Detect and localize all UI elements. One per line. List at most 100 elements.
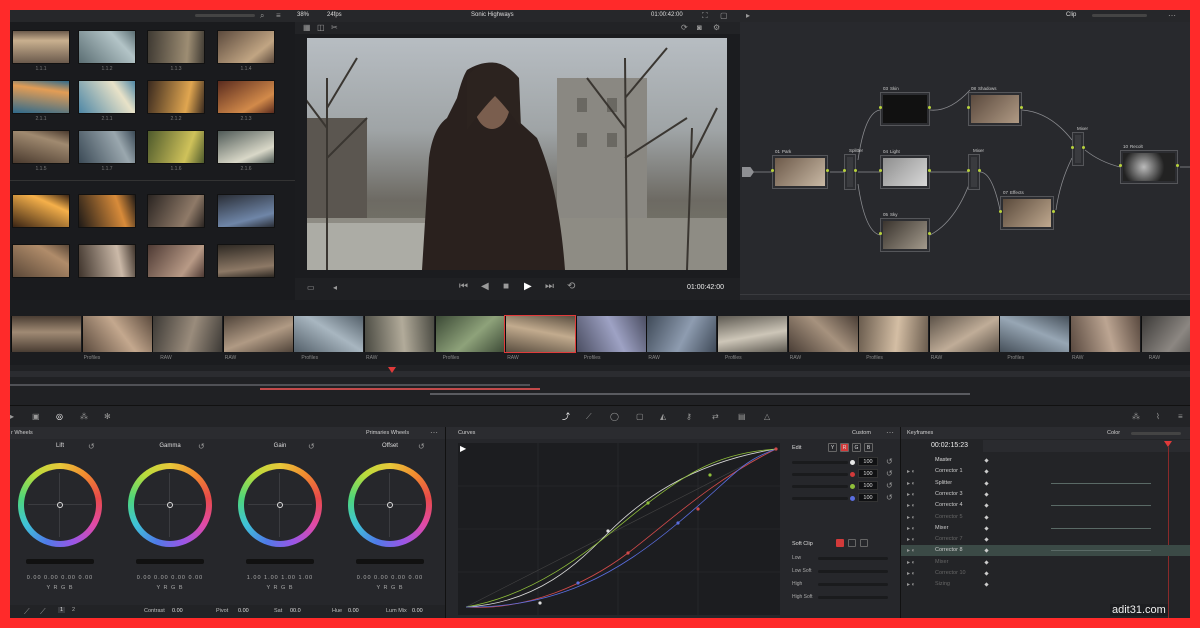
keyframe-row[interactable]: Corrector 3 ▸ ◐ (901, 489, 1190, 500)
search-icon[interactable]: ⌕ (260, 12, 264, 20)
hue-value[interactable]: 0.00 (348, 608, 359, 614)
timeline-clip-thumbnail[interactable] (152, 316, 223, 352)
reset-icon[interactable]: ↺ (198, 443, 205, 451)
node-port[interactable] (854, 168, 857, 172)
keyframe-marker[interactable] (984, 503, 989, 508)
media-thumbnail[interactable] (217, 30, 275, 64)
layout-icon[interactable]: ▢ (720, 12, 728, 20)
keyframe-marker[interactable] (984, 560, 989, 565)
keyframe-row[interactable]: Corrector 4 ▸ ◐ (901, 500, 1190, 511)
node-port[interactable] (879, 231, 882, 235)
node-mixer[interactable]: Mixer (1071, 126, 1088, 166)
go-end-icon[interactable]: ⏭ (545, 282, 554, 292)
curve-control-icon[interactable]: ▶ (460, 445, 466, 453)
timeline-clip-thumbnail[interactable] (1070, 316, 1140, 352)
master-wheel-slider[interactable] (246, 559, 314, 564)
color-wheel-gain[interactable] (238, 463, 322, 547)
soft-clip-slider[interactable] (818, 596, 888, 599)
settings-icon[interactable]: ⚙ (713, 24, 720, 32)
keyframe-marker[interactable] (984, 548, 989, 554)
window-icon[interactable]: ◯ (610, 413, 619, 421)
timeline-clip-thumbnail[interactable] (646, 316, 717, 352)
color-match-icon[interactable]: ▣ (32, 413, 40, 421)
thumb-size-slider[interactable] (195, 14, 255, 17)
go-start-icon[interactable]: ⏮ (459, 282, 468, 292)
timeline-clip-thumbnail[interactable] (293, 316, 364, 352)
contrast-value[interactable]: 0.00 (172, 608, 183, 614)
zoom-level[interactable]: 38% (297, 12, 309, 18)
keyframe-marker[interactable] (984, 514, 989, 520)
node-light[interactable]: 04 Light (879, 149, 931, 189)
key-icon[interactable]: ⚷ (686, 413, 692, 421)
node-port[interactable] (771, 168, 774, 172)
media-thumbnail[interactable] (12, 130, 70, 164)
playhead-icon[interactable] (388, 367, 396, 373)
node-port[interactable] (1119, 163, 1122, 167)
keyframe-row[interactable]: Corrector 10 ▸ ◐ (901, 568, 1190, 579)
curve-intensity-value[interactable]: 100 (858, 457, 878, 466)
media-thumbnail[interactable] (12, 30, 70, 64)
rgb-mixer-icon[interactable]: ⁂ (80, 413, 88, 421)
color-wheel-gamma[interactable] (128, 463, 212, 547)
media-thumbnail[interactable] (147, 244, 205, 278)
curve-intensity-slider[interactable] (792, 461, 848, 464)
link-icon[interactable]: ⟳ (681, 24, 688, 32)
node-sky[interactable]: 05 Sky (879, 212, 931, 252)
expand-arrow-icon[interactable]: ▸ ◐ (907, 514, 915, 522)
menu-icon[interactable]: ≡ (1178, 413, 1183, 421)
expand-arrow-icon[interactable]: ▸ ◐ (907, 491, 915, 499)
waveform-icon[interactable]: ⌇ (1156, 413, 1160, 421)
keyframe-marker[interactable] (984, 458, 989, 463)
media-thumbnail[interactable] (217, 80, 275, 114)
media-thumbnail[interactable] (12, 244, 70, 278)
tracker-icon[interactable]: ▢ (636, 413, 644, 421)
node-port[interactable] (879, 168, 882, 172)
keyframe-row[interactable]: Mixer ▸ ◐ (901, 523, 1190, 534)
node-port[interactable] (879, 105, 882, 109)
media-thumbnail[interactable] (78, 80, 136, 114)
curve-channel-g-button[interactable]: G (852, 443, 861, 452)
reset-icon[interactable]: ↺ (886, 494, 893, 502)
keyframes-ruler[interactable] (983, 440, 1190, 452)
curves-icon[interactable]: ⤴ (562, 413, 570, 421)
qualifier-icon[interactable]: ⟋ (586, 413, 592, 421)
node-park[interactable]: 01 Park (771, 149, 829, 189)
curve-channel-r-button[interactable]: R (840, 443, 849, 452)
keyframe-marker[interactable] (984, 492, 989, 497)
audio-icon[interactable]: ◂ (333, 284, 337, 292)
curve-intensity-value[interactable]: 100 (858, 493, 878, 502)
keyframe-row[interactable]: Corrector 8 ▸ ◐ (901, 545, 1190, 557)
node-port[interactable] (928, 168, 931, 172)
node-port[interactable] (1071, 145, 1074, 149)
expand-arrow-icon[interactable]: ▸ ◐ (907, 525, 915, 533)
node-effects[interactable]: 07 Effects (999, 190, 1055, 230)
master-wheel-slider[interactable] (356, 559, 424, 564)
keyframe-marker[interactable] (984, 571, 989, 576)
expand-arrow-icon[interactable]: ▸ ◐ (907, 547, 915, 555)
play-button-icon[interactable]: ▶ (524, 282, 532, 292)
node-port[interactable] (928, 231, 931, 235)
reset-icon[interactable]: ↺ (88, 443, 95, 451)
soft-clip-slider[interactable] (818, 570, 888, 573)
loop-icon[interactable]: ⟲ (567, 282, 575, 292)
media-thumbnail[interactable] (147, 80, 205, 114)
keyframes-mode-select[interactable]: Color (1107, 430, 1120, 436)
stop-icon[interactable]: ■ (503, 282, 509, 292)
sizing-icon[interactable]: ⇄ (712, 413, 719, 421)
wheels-mode-select[interactable]: Primaries Wheels (366, 430, 409, 436)
node-skin[interactable]: 03 Skin (879, 86, 931, 126)
soft-clip-slider[interactable] (818, 557, 888, 560)
compare-icon[interactable]: ◫ (317, 24, 325, 32)
curve-channel-y-button[interactable]: Y (828, 443, 837, 452)
color-wheels-icon[interactable]: ◎ (56, 413, 63, 421)
soft-clip-slider[interactable] (818, 583, 888, 586)
wheel-handle[interactable] (277, 502, 283, 508)
media-thumbnail[interactable] (78, 30, 136, 64)
soft-clip-green-button[interactable] (848, 539, 856, 547)
keyframe-marker[interactable] (984, 582, 989, 587)
expand-arrow-icon[interactable]: ▸ ◐ (907, 468, 915, 476)
wheel-handle[interactable] (387, 502, 393, 508)
expand-arrow-icon[interactable]: ▸ ◐ (907, 570, 915, 578)
timeline-ruler[interactable] (10, 371, 1190, 377)
wheel-values[interactable]: 1.00 1.00 1.00 1.00 (238, 575, 322, 581)
